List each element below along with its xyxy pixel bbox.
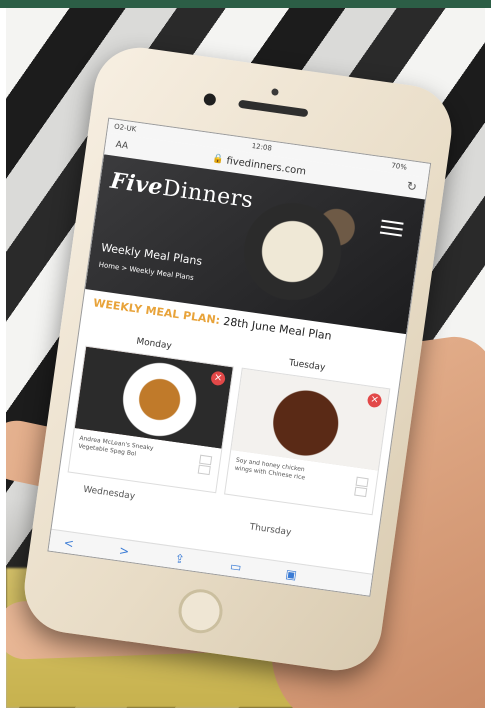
logo-dinners: Dinners [161, 175, 255, 214]
photo-frame: O2-UK 12:08 70% AA 🔒 fivedinners.com ↻ F… [0, 0, 491, 715]
back-button[interactable]: < [63, 536, 75, 551]
day-tuesday: Tuesday [288, 358, 326, 374]
day-monday: Monday [135, 336, 173, 352]
tabs-icon[interactable]: ▣ [285, 567, 298, 582]
forward-button[interactable]: > [118, 543, 130, 558]
servings-stepper[interactable] [197, 454, 213, 476]
lock-icon: 🔒 [211, 153, 225, 166]
meal-image [231, 368, 390, 471]
clock: 12:08 [251, 141, 273, 153]
meal-card-monday[interactable]: × Andrea McLean's Sneaky Vegetable Spag … [67, 345, 234, 494]
meal-card-tuesday[interactable]: × Soy and honey chicken wings with Chine… [224, 367, 391, 516]
background-photo: O2-UK 12:08 70% AA 🔒 fivedinners.com ↻ F… [6, 8, 485, 708]
meal-image [74, 346, 233, 449]
bookmarks-icon[interactable]: ▭ [229, 559, 242, 574]
logo-five: Five [108, 167, 165, 201]
servings-stepper[interactable] [354, 476, 369, 498]
top-border [0, 0, 491, 8]
phone-screen: O2-UK 12:08 70% AA 🔒 fivedinners.com ↻ F… [47, 117, 432, 597]
battery-level: 70% [390, 161, 408, 172]
site-logo[interactable]: FiveDinners [109, 168, 255, 214]
reload-icon[interactable]: ↻ [406, 179, 418, 194]
reader-aa-button[interactable]: AA [115, 140, 129, 152]
carrier: O2-UK [113, 122, 137, 134]
day-wednesday: Wednesday [82, 484, 136, 502]
hamburger-menu-icon[interactable] [379, 219, 404, 237]
share-icon[interactable]: ⇪ [174, 551, 186, 566]
day-thursday: Thursday [248, 522, 292, 539]
